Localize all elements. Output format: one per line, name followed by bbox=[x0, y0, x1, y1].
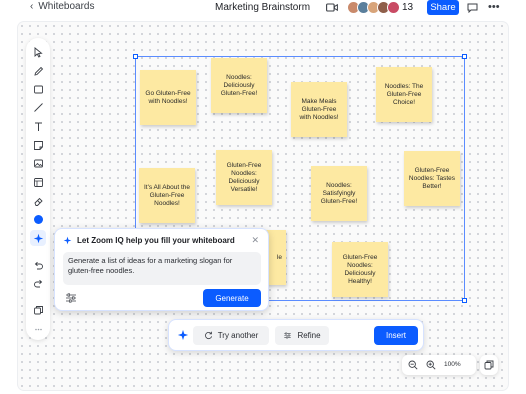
sticky-note-icon bbox=[33, 140, 43, 150]
left-toolbar bbox=[26, 38, 50, 340]
zoom-iq-tool[interactable] bbox=[30, 230, 46, 246]
redo-button[interactable] bbox=[30, 275, 46, 291]
more-icon[interactable]: ••• bbox=[488, 1, 500, 13]
zoom-iq-header: Let Zoom IQ help you fill your whiteboar… bbox=[63, 236, 235, 245]
resize-handle[interactable] bbox=[133, 54, 138, 59]
undo-button[interactable] bbox=[30, 257, 46, 273]
close-icon[interactable]: ✕ bbox=[251, 235, 259, 246]
avatar bbox=[387, 1, 400, 14]
template-tool[interactable] bbox=[30, 174, 46, 190]
select-tool[interactable] bbox=[30, 44, 46, 60]
more-tools-button[interactable] bbox=[30, 321, 46, 337]
redo-icon bbox=[33, 279, 42, 287]
participant-count: 13 bbox=[402, 2, 414, 13]
sticky-note[interactable]: Gluten-Free Noodles: Tastes Better! bbox=[404, 151, 460, 206]
sticky-note[interactable]: It's All About the Gluten-Free Noodles! bbox=[139, 168, 195, 223]
minimap-button[interactable] bbox=[480, 355, 498, 375]
layers-button[interactable] bbox=[30, 302, 46, 318]
eraser-tool[interactable] bbox=[30, 193, 46, 209]
image-icon bbox=[33, 159, 43, 167]
participant-avatars[interactable] bbox=[347, 1, 400, 14]
refine-button[interactable]: Refine bbox=[275, 326, 329, 345]
chat-icon[interactable] bbox=[467, 3, 478, 13]
sticky-note[interactable]: Make Meals Gluten-Free with Noodles! bbox=[291, 82, 347, 137]
video-icon[interactable] bbox=[326, 3, 338, 12]
settings-sliders-icon bbox=[284, 332, 292, 339]
sticky-note-tool[interactable] bbox=[30, 137, 46, 153]
sparkle-icon bbox=[177, 329, 189, 341]
pen-tool[interactable] bbox=[30, 63, 46, 79]
zoom-iq-title: Let Zoom IQ help you fill your whiteboar… bbox=[77, 236, 235, 245]
try-another-button[interactable]: Try another bbox=[193, 326, 269, 345]
generate-button[interactable]: Generate bbox=[203, 289, 261, 307]
refresh-icon bbox=[204, 331, 212, 340]
layers-icon bbox=[33, 305, 43, 314]
zoom-iq-panel: Let Zoom IQ help you fill your whiteboar… bbox=[54, 228, 269, 311]
ai-action-bar: Try another Refine Insert bbox=[168, 319, 424, 351]
sparkle-icon bbox=[63, 236, 72, 245]
whiteboard-title[interactable]: Marketing Brainstorm bbox=[215, 2, 310, 13]
back-to-whiteboards-link[interactable]: ‹ Whiteboards bbox=[30, 1, 94, 12]
sparkle-icon bbox=[33, 233, 43, 243]
zoom-in-icon[interactable] bbox=[426, 360, 436, 370]
zoom-controls: 100% bbox=[402, 355, 476, 375]
back-label: Whiteboards bbox=[38, 1, 95, 12]
template-icon bbox=[33, 177, 43, 187]
line-tool[interactable] bbox=[30, 99, 46, 115]
settings-sliders-icon[interactable] bbox=[64, 292, 78, 304]
undo-icon bbox=[34, 261, 43, 269]
cursor-icon bbox=[34, 46, 43, 58]
text-tool[interactable] bbox=[30, 118, 46, 134]
more-tools-icon bbox=[34, 328, 42, 330]
chevron-left-icon: ‹ bbox=[30, 1, 34, 12]
eraser-icon bbox=[33, 197, 43, 206]
sticky-note[interactable]: Gluten-Free Noodles: Deliciously Healthy… bbox=[332, 242, 388, 297]
text-icon bbox=[34, 122, 42, 131]
resize-handle[interactable] bbox=[462, 298, 467, 303]
sticky-note[interactable]: Noodles: Satisfyingly Gluten-Free! bbox=[311, 166, 367, 221]
zoom-level[interactable]: 100% bbox=[444, 361, 461, 368]
color-swatch-icon bbox=[33, 214, 43, 224]
prompt-input[interactable]: Generate a list of ideas for a marketing… bbox=[63, 252, 261, 285]
sticky-note[interactable]: Noodles: The Gluten-Free Choice! bbox=[376, 67, 432, 122]
share-button[interactable]: Share bbox=[427, 0, 459, 15]
insert-button[interactable]: Insert bbox=[374, 326, 418, 345]
color-picker[interactable] bbox=[30, 211, 46, 227]
sticky-note[interactable]: Go Gluten-Free with Noodles! bbox=[140, 70, 196, 125]
refine-label: Refine bbox=[297, 331, 321, 340]
rectangle-icon bbox=[33, 85, 43, 93]
sticky-note[interactable]: Gluten-Free Noodles: Deliciously Versati… bbox=[216, 150, 272, 205]
try-another-label: Try another bbox=[217, 331, 259, 340]
resize-handle[interactable] bbox=[462, 54, 467, 59]
rectangle-tool[interactable] bbox=[30, 81, 46, 97]
zoom-out-icon[interactable] bbox=[408, 360, 418, 370]
top-bar: ‹ Whiteboards Marketing Brainstorm 13 Sh… bbox=[0, 0, 526, 16]
minimap-icon bbox=[484, 360, 494, 370]
image-tool[interactable] bbox=[30, 155, 46, 171]
line-icon bbox=[33, 102, 43, 112]
sticky-note[interactable]: Noodles: Deliciously Gluten-Free! bbox=[211, 58, 267, 113]
pen-icon bbox=[33, 66, 43, 76]
